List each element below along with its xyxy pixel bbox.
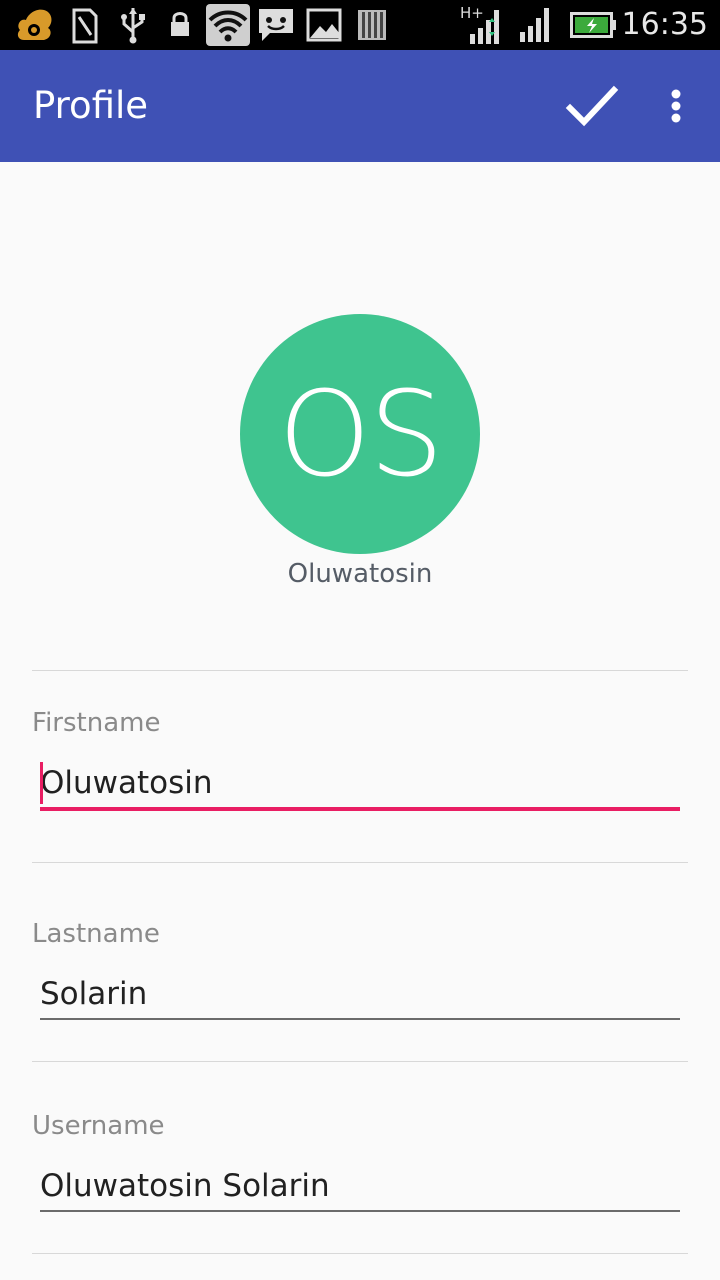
- overflow-menu-button[interactable]: [656, 76, 696, 136]
- uc-browser-icon: [14, 6, 56, 48]
- firstname-field[interactable]: [40, 758, 680, 808]
- divider: [32, 1253, 688, 1254]
- signal-h-plus-icon: H+: [460, 2, 506, 50]
- check-icon: [565, 85, 619, 127]
- lastname-underline: [40, 1018, 680, 1020]
- image-icon: [306, 8, 342, 46]
- chat-icon: [256, 6, 296, 48]
- usb-icon: [118, 6, 148, 48]
- avatar-initials: OS: [278, 365, 444, 503]
- wifi-icon: [206, 4, 250, 50]
- lastname-field[interactable]: [40, 969, 680, 1019]
- battery-charging-icon: [570, 12, 618, 42]
- sim-card-icon: [72, 8, 98, 48]
- lock-icon: [168, 10, 192, 42]
- divider: [32, 670, 688, 671]
- username-field[interactable]: [40, 1161, 680, 1211]
- svg-text:H+: H+: [460, 4, 484, 22]
- page-title: Profile: [33, 84, 149, 127]
- barcode-icon: [356, 8, 388, 46]
- username-underline: [40, 1210, 680, 1212]
- lastname-label: Lastname: [32, 919, 160, 949]
- save-profile-button[interactable]: [558, 76, 626, 136]
- status-time: 16:35: [621, 7, 708, 42]
- firstname-underline: [40, 807, 680, 811]
- text-cursor: [40, 762, 43, 804]
- avatar[interactable]: OS: [240, 314, 480, 554]
- signal-icon: [518, 4, 554, 48]
- divider: [32, 862, 688, 863]
- divider: [32, 1061, 688, 1062]
- status-bar: H+ 16:35: [0, 0, 720, 50]
- username-label: Username: [32, 1111, 165, 1141]
- profile-display-name: Oluwatosin: [287, 559, 433, 589]
- more-vert-icon: [671, 89, 681, 123]
- app-bar: Profile: [0, 50, 720, 162]
- firstname-label: Firstname: [32, 708, 161, 738]
